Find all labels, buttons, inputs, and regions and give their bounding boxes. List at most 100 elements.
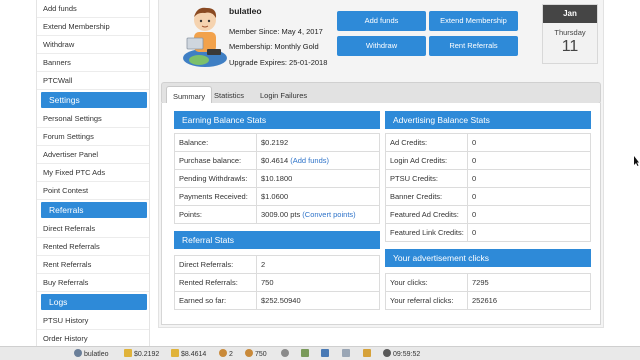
row-value-cell: 0 — [467, 133, 591, 152]
member-since: Member Since: May 4, 2017 — [229, 27, 323, 36]
row-value: $1.0600 — [261, 192, 289, 201]
status-bar: bulatleo $0.2192 $8.4614 2 750 09:59:52 — [0, 346, 640, 360]
row-value: 3009.00 pts — [261, 210, 301, 219]
add-funds-button[interactable]: Add funds — [337, 11, 426, 31]
sidebar-section-heading: Logs — [41, 294, 147, 310]
row-value-cell: 3009.00 pts (Convert points) — [256, 205, 380, 224]
referral-stats-table: Direct Referrals: 2 Rented Referrals: 750 Ea… — [174, 255, 380, 310]
row-value: 0 — [472, 192, 477, 201]
ad-clicks-heading: Your advertisement clicks — [385, 249, 591, 267]
row-value-cell: $0.2192 — [256, 133, 380, 152]
row-label: Rented Referrals: — [174, 273, 257, 292]
lock-icon[interactable] — [363, 349, 373, 359]
row-action-link[interactable]: (Add funds) — [290, 156, 329, 165]
row-value-cell: 0 — [467, 205, 591, 224]
status-purchase-value: $8.4614 — [181, 351, 207, 358]
sidebar-link[interactable]: Personal Settings — [37, 110, 149, 128]
username: bulatleo — [229, 6, 262, 16]
row-value-cell: $1.0600 — [256, 187, 380, 206]
sidebar-link[interactable]: Advertiser Panel — [37, 146, 149, 164]
row-value: 0 — [472, 210, 477, 219]
users-icon — [245, 349, 253, 357]
row-label: Login Ad Credits: — [385, 151, 468, 170]
row-value: $0.2192 — [261, 138, 289, 147]
sidebar-link[interactable]: Forum Settings — [37, 128, 149, 146]
row-value: $252.50940 — [261, 296, 301, 305]
row-label: Pending Withdrawls: — [174, 169, 257, 188]
status-username: bulatleo — [84, 351, 109, 358]
table-row: Ad Credits: 0 — [385, 133, 591, 152]
row-label: Featured Link Credits: — [385, 223, 468, 242]
users-icon — [219, 349, 227, 357]
date-month: Jan — [543, 5, 597, 23]
row-value-cell: 0 — [467, 169, 591, 188]
sidebar-link[interactable]: Withdraw — [37, 36, 149, 54]
status-purchase-balance[interactable]: $8.4614 — [171, 349, 206, 359]
sidebar-link[interactable]: Add funds — [37, 0, 149, 18]
row-label: Points: — [174, 205, 257, 224]
row-value-cell: $252.50940 — [256, 291, 380, 310]
row-value: 0 — [472, 138, 477, 147]
status-direct-referrals[interactable]: 2 — [219, 349, 233, 359]
avatar — [183, 7, 227, 67]
sidebar-section-heading: Settings — [41, 92, 147, 108]
sidebar-section-heading: Referrals — [41, 202, 147, 218]
table-row: Payments Received: $1.0600 — [174, 187, 380, 206]
date-weekday: Thursday — [554, 28, 586, 37]
sidebar-link[interactable]: PTCWall — [37, 72, 149, 90]
row-value: $0.4614 — [261, 156, 289, 165]
table-row: Points: 3009.00 pts (Convert points) — [174, 205, 380, 224]
row-value-cell: 252616 — [467, 291, 591, 310]
advertising-balance-table: Ad Credits: 0 Login Ad Credits: 0 PTSU Credi… — [385, 133, 591, 242]
user-icon — [74, 349, 82, 357]
sidebar: Add funds Extend Membership Withdraw Banner… — [36, 0, 150, 348]
row-label: PTSU Credits: — [385, 169, 468, 188]
row-value: 252616 — [472, 296, 498, 305]
row-value: 0 — [472, 156, 477, 165]
main-content: bulatleo Member Since: May 4, 2017 Membe… — [158, 0, 604, 328]
row-value-cell: 0 — [467, 187, 591, 206]
row-label: Earned so far: — [174, 291, 257, 310]
clock-icon — [383, 349, 391, 357]
cart-icon[interactable] — [321, 349, 331, 359]
table-row: Rented Referrals: 750 — [174, 273, 380, 292]
table-row: PTSU Credits: 0 — [385, 169, 591, 188]
withdraw-button[interactable]: Withdraw — [337, 36, 426, 56]
earning-balance-heading: Earning Balance Stats — [174, 111, 380, 129]
table-row: Your referral clicks: 252616 — [385, 291, 591, 310]
row-value-cell: $10.1800 — [256, 169, 380, 188]
sidebar-link[interactable]: PTSU History — [37, 312, 149, 330]
status-user[interactable]: bulatleo — [74, 349, 109, 359]
status-rented-referrals[interactable]: 750 — [245, 349, 267, 359]
stats-icon[interactable] — [301, 349, 311, 359]
membership-type: Membership: Monthly Gold — [229, 42, 319, 51]
row-action-link[interactable]: (Convert points) — [302, 210, 355, 219]
sidebar-link[interactable]: Direct Referrals — [37, 220, 149, 238]
table-row: Direct Referrals: 2 — [174, 255, 380, 274]
status-rented-value: 750 — [255, 351, 267, 358]
rent-referrals-button[interactable]: Rent Referrals — [429, 36, 518, 56]
status-time: 09:59:52 — [393, 351, 421, 358]
row-value-cell: 0 — [467, 151, 591, 170]
mail-icon[interactable] — [342, 349, 352, 359]
table-row: Featured Link Credits: 0 — [385, 223, 591, 242]
status-clock: 09:59:52 — [383, 349, 420, 359]
sidebar-link[interactable]: Buy Referrals — [37, 274, 149, 292]
settings-icon[interactable] — [281, 349, 291, 359]
sidebar-link[interactable]: Rent Referrals — [37, 256, 149, 274]
sidebar-link[interactable]: Rented Referrals — [37, 238, 149, 256]
date-day: 11 — [561, 38, 579, 55]
row-value: 0 — [472, 228, 477, 237]
sidebar-link[interactable]: Point Contest — [37, 182, 149, 200]
row-label: Purchase balance: — [174, 151, 257, 170]
row-value: 7295 — [472, 278, 489, 287]
status-balance[interactable]: $0.2192 — [124, 349, 159, 359]
table-row: Earned so far: $252.50940 — [174, 291, 380, 310]
sidebar-link[interactable]: Banners — [37, 54, 149, 72]
sidebar-link[interactable]: My Fixed PTC Ads — [37, 164, 149, 182]
row-value-cell: $0.4614 (Add funds) — [256, 151, 380, 170]
sidebar-link[interactable]: Extend Membership — [37, 18, 149, 36]
row-value: 2 — [261, 260, 266, 269]
summary-content: Earning Balance Stats Balance: $0.2192 Pur… — [161, 103, 601, 325]
extend-membership-button[interactable]: Extend Membership — [429, 11, 518, 31]
